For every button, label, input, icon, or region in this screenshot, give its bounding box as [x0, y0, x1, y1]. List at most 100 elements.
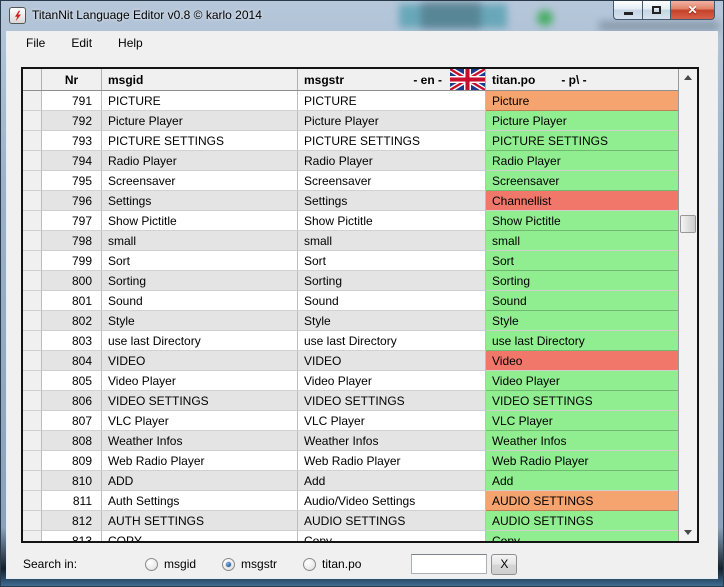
row-msgstr[interactable]: Audio/Video Settings: [298, 491, 486, 511]
table-row[interactable]: 802 Style Style Style: [23, 311, 678, 331]
table-row[interactable]: 808 Weather Infos Weather Infos Weather …: [23, 431, 678, 451]
row-titan[interactable]: VLC Player: [486, 411, 678, 431]
scrollbar-thumb[interactable]: [680, 215, 696, 233]
row-titan[interactable]: Sound: [486, 291, 678, 311]
row-msgid[interactable]: Radio Player: [102, 151, 298, 171]
row-msgid[interactable]: Screensaver: [102, 171, 298, 191]
row-titan[interactable]: Video: [486, 351, 678, 371]
row-msgstr[interactable]: Sort: [298, 251, 486, 271]
table-row[interactable]: 795 Screensaver Screensaver Screensaver: [23, 171, 678, 191]
row-msgid[interactable]: Sound: [102, 291, 298, 311]
table-row[interactable]: 792 Picture Player Picture Player Pictur…: [23, 111, 678, 131]
title-bar[interactable]: TitanNit Language Editor v0.8 © karlo 20…: [1, 1, 723, 31]
row-titan[interactable]: Style: [486, 311, 678, 331]
row-titan[interactable]: Radio Player: [486, 151, 678, 171]
row-msgstr[interactable]: VIDEO SETTINGS: [298, 391, 486, 411]
row-nr[interactable]: 792: [42, 111, 102, 131]
row-msgstr[interactable]: Screensaver: [298, 171, 486, 191]
row-nr[interactable]: 808: [42, 431, 102, 451]
row-titan[interactable]: Picture Player: [486, 111, 678, 131]
table-row[interactable]: 804 VIDEO VIDEO Video: [23, 351, 678, 371]
row-nr[interactable]: 798: [42, 231, 102, 251]
table-row[interactable]: 799 Sort Sort Sort: [23, 251, 678, 271]
row-msgid[interactable]: COPY: [102, 531, 298, 541]
row-msgstr[interactable]: Settings: [298, 191, 486, 211]
row-titan[interactable]: Web Radio Player: [486, 451, 678, 471]
row-msgid[interactable]: Settings: [102, 191, 298, 211]
row-msgstr[interactable]: AUDIO SETTINGS: [298, 511, 486, 531]
row-msgid[interactable]: Show Pictitle: [102, 211, 298, 231]
row-titan[interactable]: VIDEO SETTINGS: [486, 391, 678, 411]
table-row[interactable]: 811 Auth Settings Audio/Video Settings A…: [23, 491, 678, 511]
table-row[interactable]: 801 Sound Sound Sound: [23, 291, 678, 311]
table-row[interactable]: 796 Settings Settings Channellist: [23, 191, 678, 211]
scroll-up-button[interactable]: [679, 69, 697, 86]
row-msgid[interactable]: PICTURE SETTINGS: [102, 131, 298, 151]
row-nr[interactable]: 811: [42, 491, 102, 511]
row-msgid[interactable]: Sort: [102, 251, 298, 271]
row-titan[interactable]: Add: [486, 471, 678, 491]
menu-file[interactable]: File: [16, 33, 55, 53]
row-msgstr[interactable]: Weather Infos: [298, 431, 486, 451]
table-row[interactable]: 791 PICTURE PICTURE Picture: [23, 91, 678, 111]
table-row[interactable]: 809 Web Radio Player Web Radio Player We…: [23, 451, 678, 471]
table-row[interactable]: 803 use last Directory use last Director…: [23, 331, 678, 351]
row-msgstr[interactable]: Show Pictitle: [298, 211, 486, 231]
row-nr[interactable]: 810: [42, 471, 102, 491]
row-msgid[interactable]: VLC Player: [102, 411, 298, 431]
row-msgid[interactable]: Weather Infos: [102, 431, 298, 451]
row-msgstr[interactable]: PICTURE: [298, 91, 486, 111]
row-titan[interactable]: Sort: [486, 251, 678, 271]
menu-help[interactable]: Help: [108, 33, 153, 53]
row-titan[interactable]: Video Player: [486, 371, 678, 391]
row-titan[interactable]: AUDIO SETTINGS: [486, 511, 678, 531]
table-row[interactable]: 805 Video Player Video Player Video Play…: [23, 371, 678, 391]
table-row[interactable]: 807 VLC Player VLC Player VLC Player: [23, 411, 678, 431]
row-msgstr[interactable]: VIDEO: [298, 351, 486, 371]
row-nr[interactable]: 800: [42, 271, 102, 291]
table-row[interactable]: 806 VIDEO SETTINGS VIDEO SETTINGS VIDEO …: [23, 391, 678, 411]
row-nr[interactable]: 809: [42, 451, 102, 471]
row-msgstr[interactable]: Video Player: [298, 371, 486, 391]
scroll-down-button[interactable]: [679, 524, 697, 541]
row-nr[interactable]: 802: [42, 311, 102, 331]
row-msgstr[interactable]: Add: [298, 471, 486, 491]
row-titan[interactable]: Weather Infos: [486, 431, 678, 451]
row-nr[interactable]: 791: [42, 91, 102, 111]
header-titan[interactable]: titan.po - p\ -: [486, 69, 678, 90]
row-msgstr[interactable]: Sound: [298, 291, 486, 311]
table-row[interactable]: 798 small small small: [23, 231, 678, 251]
row-titan[interactable]: AUDIO SETTINGS: [486, 491, 678, 511]
row-msgstr[interactable]: Sorting: [298, 271, 486, 291]
row-msgid[interactable]: Style: [102, 311, 298, 331]
row-msgid[interactable]: VIDEO: [102, 351, 298, 371]
row-msgid[interactable]: ADD: [102, 471, 298, 491]
table-row[interactable]: 794 Radio Player Radio Player Radio Play…: [23, 151, 678, 171]
row-msgid[interactable]: PICTURE: [102, 91, 298, 111]
search-input[interactable]: [411, 554, 487, 574]
row-msgstr[interactable]: VLC Player: [298, 411, 486, 431]
row-titan[interactable]: Copy: [486, 531, 678, 541]
maximize-button[interactable]: [642, 1, 670, 20]
row-nr[interactable]: 813: [42, 531, 102, 541]
radio-msgid[interactable]: [145, 558, 158, 571]
radio-msgstr[interactable]: [222, 558, 235, 571]
row-msgstr[interactable]: Style: [298, 311, 486, 331]
table-row[interactable]: 813 COPY Copy Copy: [23, 531, 678, 541]
radio-option-msgid[interactable]: msgid: [145, 557, 196, 571]
row-msgid[interactable]: use last Directory: [102, 331, 298, 351]
row-msgid[interactable]: Sorting: [102, 271, 298, 291]
row-msgid[interactable]: AUTH SETTINGS: [102, 511, 298, 531]
row-msgstr[interactable]: small: [298, 231, 486, 251]
row-nr[interactable]: 796: [42, 191, 102, 211]
row-nr[interactable]: 803: [42, 331, 102, 351]
row-titan[interactable]: Picture: [486, 91, 678, 111]
row-msgstr[interactable]: use last Directory: [298, 331, 486, 351]
minimize-button[interactable]: [613, 1, 642, 20]
row-msgstr[interactable]: Radio Player: [298, 151, 486, 171]
row-msgid[interactable]: Video Player: [102, 371, 298, 391]
table-row[interactable]: 797 Show Pictitle Show Pictitle Show Pic…: [23, 211, 678, 231]
vertical-scrollbar[interactable]: [678, 69, 697, 541]
table-row[interactable]: 812 AUTH SETTINGS AUDIO SETTINGS AUDIO S…: [23, 511, 678, 531]
row-msgid[interactable]: Picture Player: [102, 111, 298, 131]
